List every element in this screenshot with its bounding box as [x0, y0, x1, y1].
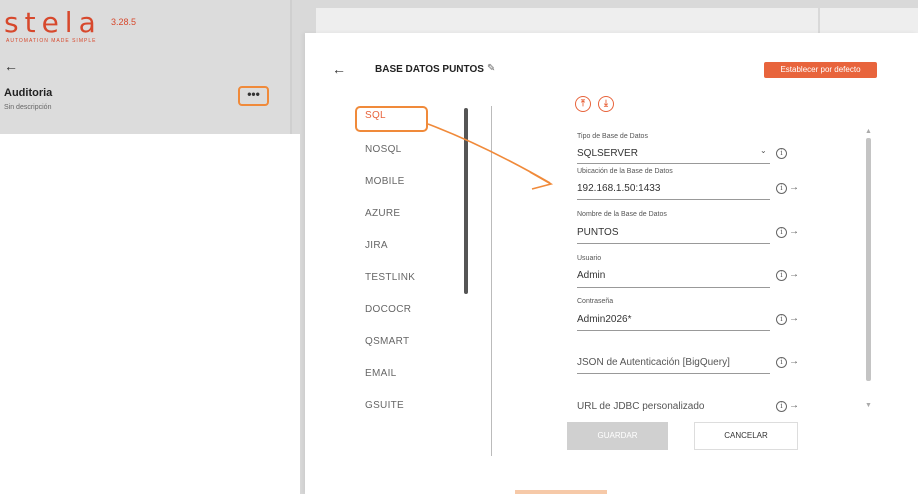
category-sql[interactable]: SQL — [365, 110, 386, 121]
modal-title: BASE DATOS PUNTOS — [375, 64, 484, 75]
category-scrollbar[interactable] — [464, 108, 468, 294]
category-mobile[interactable]: MOBILE — [365, 176, 405, 187]
more-options-button[interactable]: ••• — [238, 86, 269, 106]
info-icon[interactable]: i — [776, 270, 787, 281]
arrow-right-icon[interactable]: → — [789, 226, 799, 237]
arrow-right-icon[interactable]: → — [789, 313, 799, 324]
panel-divider — [491, 106, 492, 456]
save-button[interactable]: GUARDAR — [567, 422, 668, 450]
info-icon[interactable]: i — [776, 401, 787, 412]
field-underline — [577, 199, 770, 200]
field-underline — [577, 373, 770, 374]
modal-back-arrow-icon[interactable]: ← — [332, 61, 346, 77]
arrow-right-icon[interactable]: → — [789, 182, 799, 193]
project-description: Sin descripción — [4, 104, 52, 111]
info-icon[interactable]: i — [776, 183, 787, 194]
arrow-right-icon[interactable]: → — [789, 269, 799, 280]
back-arrow-icon[interactable]: ← — [4, 58, 18, 74]
background-accent — [515, 490, 607, 494]
info-icon[interactable]: i — [776, 357, 787, 368]
category-dococr[interactable]: DOCOCR — [365, 304, 411, 315]
edit-title-pencil-icon[interactable]: ✎ — [487, 63, 495, 74]
category-testlink[interactable]: TESTLINK — [365, 272, 415, 283]
scroll-up-icon[interactable]: ▲ — [865, 128, 872, 135]
project-title: Auditoria — [4, 87, 53, 99]
info-icon[interactable]: i — [776, 148, 787, 159]
scroll-down-icon[interactable]: ▼ — [865, 402, 872, 409]
arrow-right-icon[interactable]: → — [789, 356, 799, 367]
field-underline — [577, 243, 770, 244]
category-jira[interactable]: JIRA — [365, 240, 388, 251]
form-scrollbar[interactable] — [866, 138, 871, 381]
db-user-label: Usuario — [577, 255, 602, 262]
category-qsmart[interactable]: QSMART — [365, 336, 409, 347]
set-default-button[interactable]: Establecer por defecto — [764, 62, 877, 78]
category-gsuite[interactable]: GSUITE — [365, 400, 404, 411]
project-content-area — [0, 134, 300, 494]
info-icon[interactable]: i — [776, 227, 787, 238]
upload-icon[interactable]: ⤒ — [575, 96, 591, 112]
jdbc-url-input[interactable]: URL de JDBC personalizado — [577, 401, 704, 412]
db-password-input[interactable]: Admin2026* — [577, 314, 631, 325]
db-location-input[interactable]: 192.168.1.50:1433 — [577, 183, 660, 194]
arrow-right-icon[interactable]: → — [789, 400, 799, 411]
db-user-input[interactable]: Admin — [577, 270, 605, 281]
field-underline — [577, 287, 770, 288]
db-location-label: Ubicación de la Base de Datos — [577, 168, 673, 175]
cancel-button[interactable]: CANCELAR — [694, 422, 798, 450]
db-type-label: Tipo de Base de Datos — [577, 133, 648, 140]
field-underline — [577, 330, 770, 331]
category-azure[interactable]: AZURE — [365, 208, 400, 219]
app-version: 3.28.5 — [111, 17, 137, 27]
db-name-label: Nombre de la Base de Datos — [577, 211, 667, 218]
app-logo: stela — [4, 6, 102, 39]
chevron-down-icon[interactable]: ⌄ — [760, 146, 767, 155]
download-icon[interactable]: ⤓ — [598, 96, 614, 112]
bigquery-json-input[interactable]: JSON de Autenticación [BigQuery] — [577, 357, 730, 368]
db-name-input[interactable]: PUNTOS — [577, 227, 619, 238]
app-tagline: AUTOMATION MADE SIMPLE — [6, 38, 97, 44]
category-email[interactable]: EMAIL — [365, 368, 397, 379]
db-type-select[interactable]: SQLSERVER — [577, 148, 638, 159]
field-underline — [577, 163, 770, 164]
category-nosql[interactable]: NOSQL — [365, 144, 402, 155]
info-icon[interactable]: i — [776, 314, 787, 325]
db-password-label: Contraseña — [577, 298, 614, 305]
